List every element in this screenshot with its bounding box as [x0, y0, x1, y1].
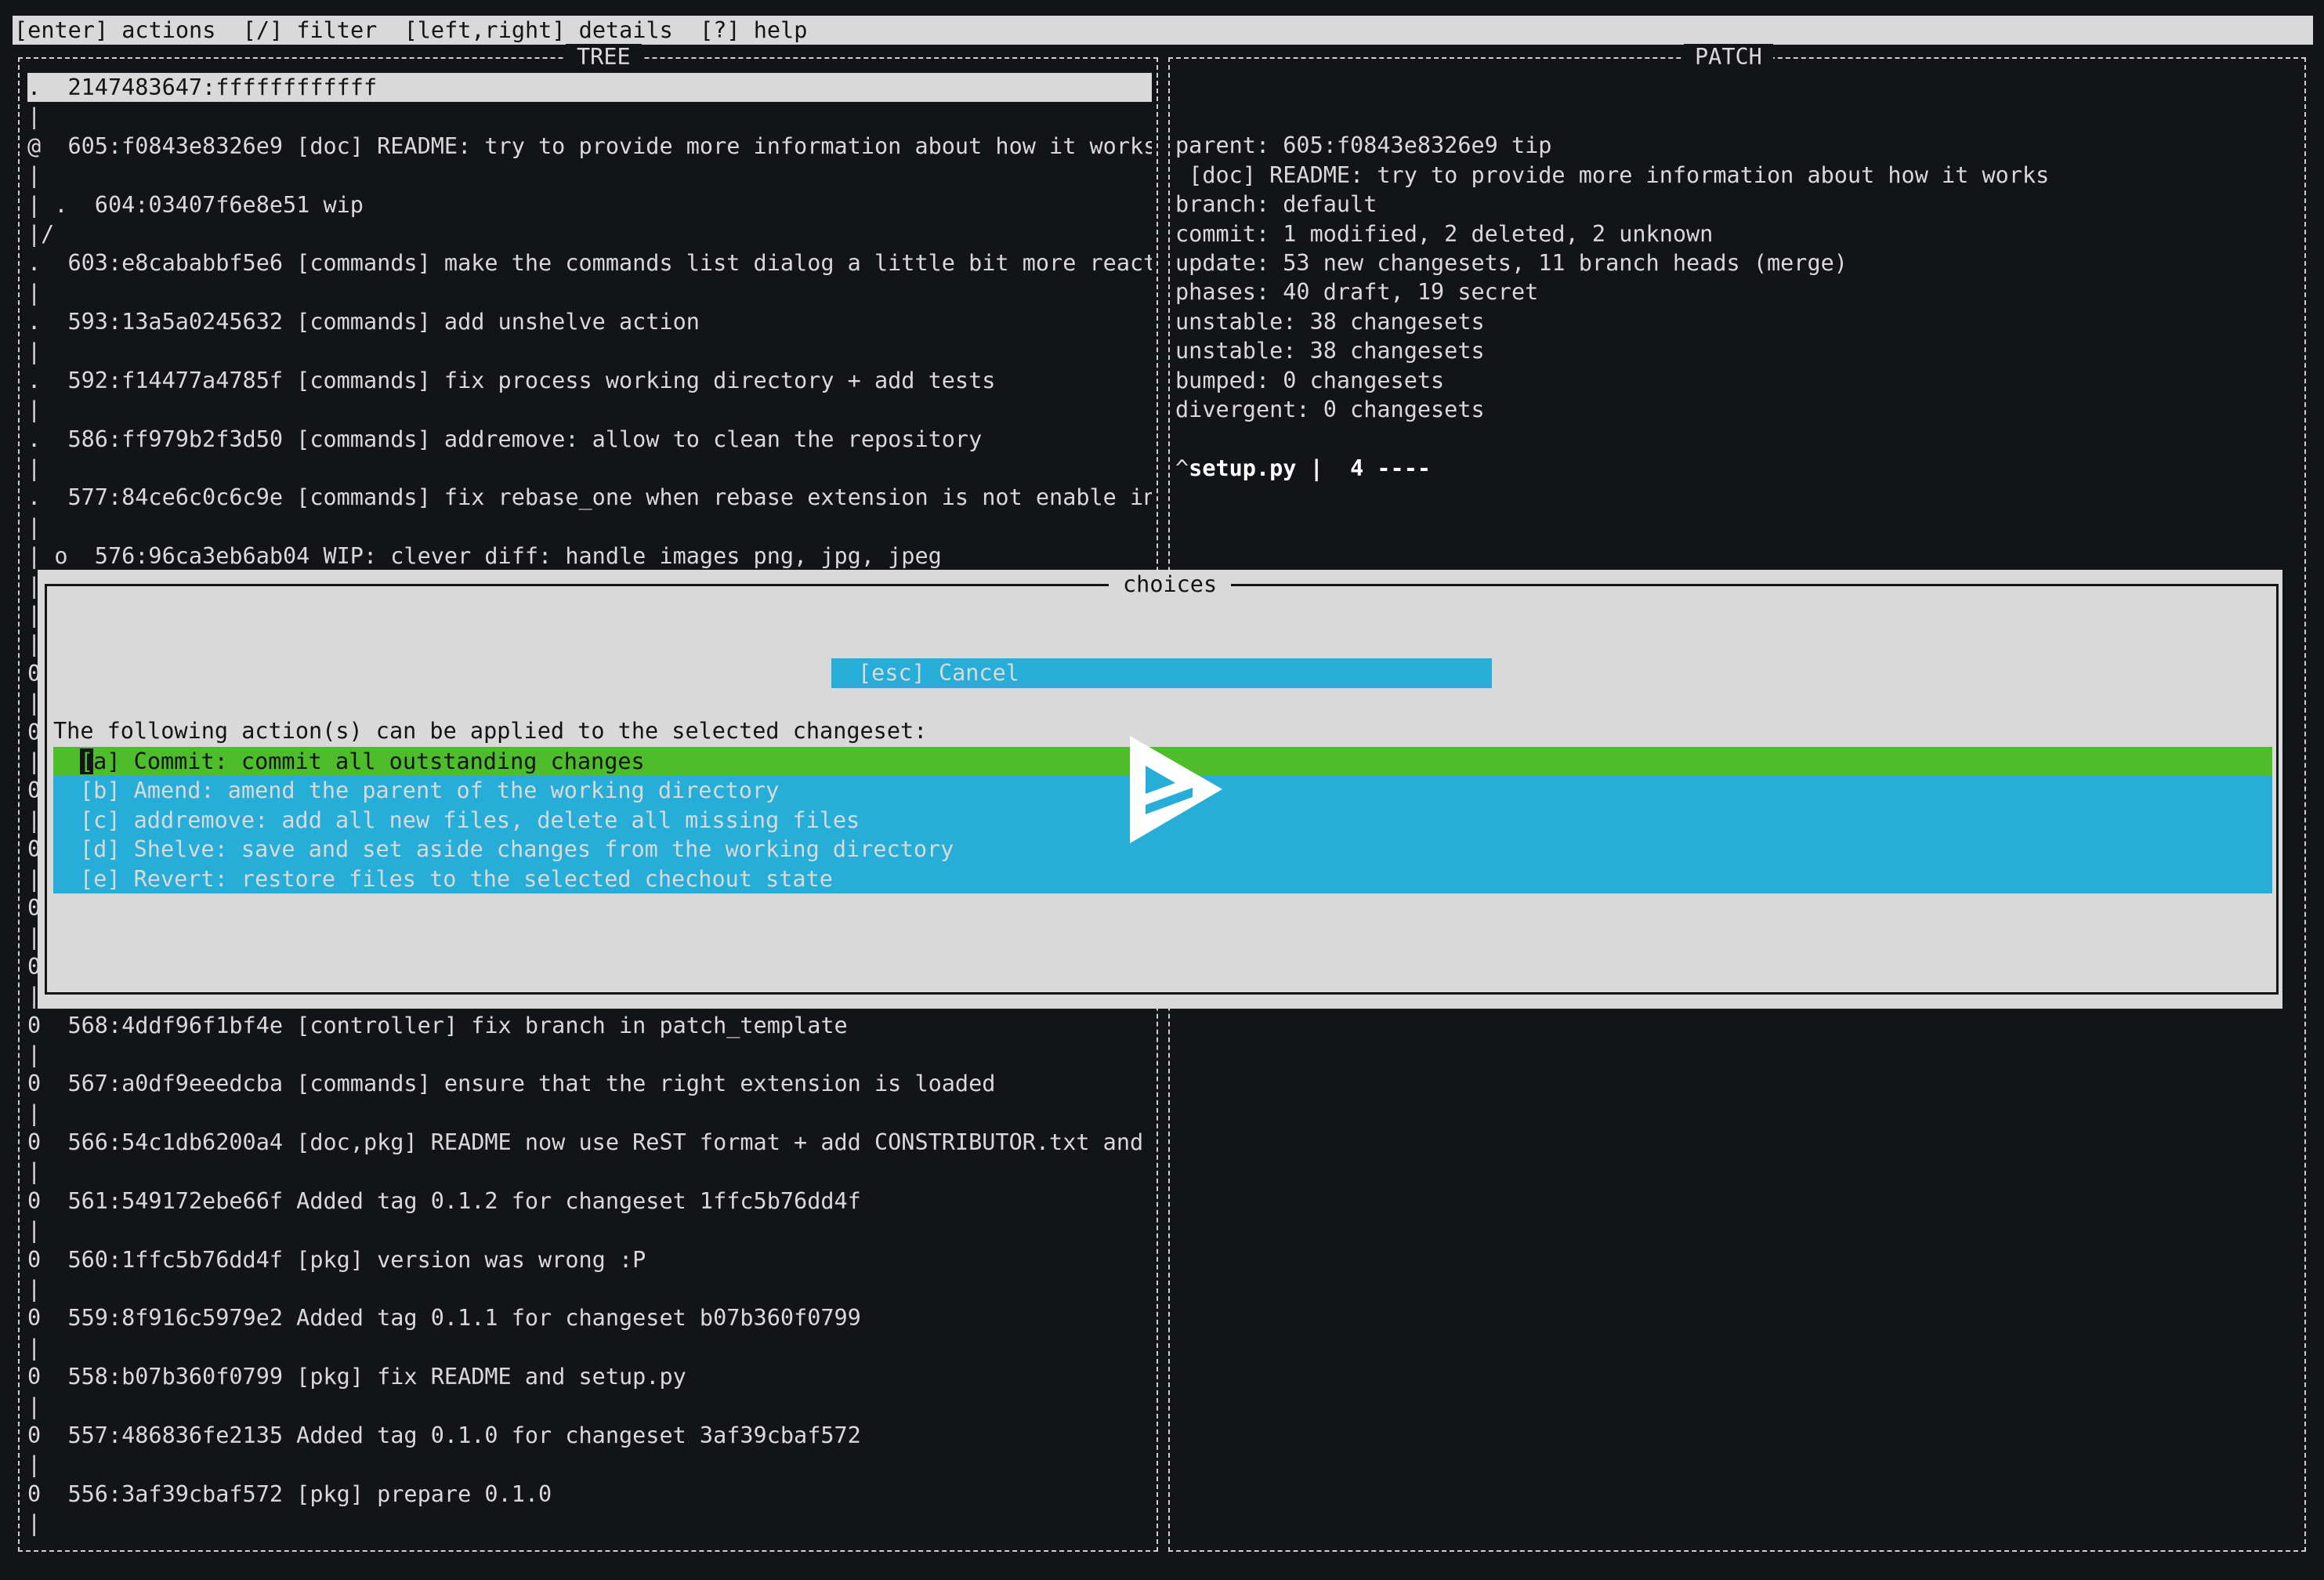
tree-row[interactable]: |/ — [27, 219, 1152, 248]
patch-line: unstable: 38 changesets — [1175, 308, 1485, 335]
choice-label: Commit: commit all outstanding changes — [120, 748, 645, 774]
tree-row[interactable]: | — [27, 1040, 1152, 1069]
tree-row[interactable]: | — [27, 454, 1152, 483]
patch-line: unstable: 38 changesets — [1175, 338, 1485, 364]
play-icon[interactable] — [1125, 733, 1227, 846]
tree-row[interactable]: . 593:13a5a0245632 [commands] add unshel… — [27, 307, 1152, 336]
choice-key: [e] — [80, 865, 121, 892]
choice-label: Shelve: save and set aside changes from … — [120, 836, 954, 863]
tree-row[interactable]: | — [27, 513, 1152, 542]
choice-item[interactable]: [e] Revert: restore files to the selecte… — [53, 864, 2272, 893]
patch-line: branch: default — [1175, 191, 1377, 218]
tree-row[interactable]: | — [27, 1450, 1152, 1479]
choices-dialog-title: choices — [1109, 570, 1232, 600]
patch-line: commit: 1 modified, 2 deleted, 2 unknown — [1175, 220, 1714, 247]
tree-row[interactable]: 0 561:549172ebe66f Added tag 0.1.2 for c… — [27, 1187, 1152, 1216]
tree-row[interactable]: . 577:84ce6c0c6c9e [commands] fix rebase… — [27, 483, 1152, 512]
patch-details: parent: 605:f0843e8326e9 tip [doc] READM… — [1175, 102, 2300, 483]
cancel-button[interactable]: [esc] Cancel — [831, 658, 1492, 688]
tree-row[interactable]: 0 560:1ffc5b76dd4f [pkg] version was wro… — [27, 1245, 1152, 1274]
tree-row[interactable]: | . 604:03407f6e8e51 wip — [27, 190, 1152, 219]
choice-label: Revert: restore files to the selected ch… — [120, 865, 833, 892]
choice-key: [c] — [80, 806, 121, 833]
choice-key: [b] — [80, 777, 121, 804]
tree-row[interactable]: 0 558:b07b360f0799 [pkg] fix README and … — [27, 1362, 1152, 1391]
choice-label: addremove: add all new files, delete all… — [120, 806, 860, 833]
file-stats: | 4 ---- — [1296, 455, 1432, 481]
tree-row[interactable]: | — [27, 1392, 1152, 1421]
tree-row-selected[interactable]: . 2147483647:ffffffffffff — [27, 73, 1152, 103]
tree-row[interactable]: | — [27, 161, 1152, 190]
patch-line: bumped: 0 changesets — [1175, 367, 1445, 393]
choice-key: [d] — [80, 836, 121, 863]
tree-row[interactable]: 0 568:4ddf96f1bf4e [controller] fix bran… — [27, 1011, 1152, 1040]
tree-row[interactable]: 0 566:54c1db6200a4 [doc,pkg] README now … — [27, 1128, 1152, 1157]
tree-panel-title: TREE — [566, 44, 642, 71]
choice-label: Amend: amend the parent of the working d… — [120, 777, 780, 804]
tree-row[interactable]: | — [27, 1509, 1152, 1538]
patch-line: divergent: 0 changesets — [1175, 396, 1485, 422]
patch-line — [1175, 424, 2300, 453]
patch-line: phases: 40 draft, 19 secret — [1175, 279, 1539, 306]
tree-row[interactable]: | — [27, 395, 1152, 424]
tree-row[interactable]: | — [27, 102, 1152, 131]
patch-line — [1175, 102, 2300, 131]
tree-row[interactable]: . 603:e8cababbf5e6 [commands] make the c… — [27, 248, 1152, 277]
tree-row[interactable]: 0 556:3af39cbaf572 [pkg] prepare 0.1.0 — [27, 1480, 1152, 1509]
patch-file-stat: ^setup.py | 4 ---- — [1175, 454, 2300, 483]
patch-panel-title: PATCH — [1684, 44, 1773, 71]
choice-key: [a] — [80, 748, 121, 774]
tree-row[interactable]: | — [27, 1333, 1152, 1362]
help-bar: [enter] actions [/] filter [left,right] … — [13, 16, 2313, 45]
tree-row[interactable]: 0 567:a0df9eeedcba [commands] ensure tha… — [27, 1069, 1152, 1098]
file-name: setup.py — [1189, 455, 1297, 481]
tree-row[interactable]: . 586:ff979b2f3d50 [commands] addremove:… — [27, 425, 1152, 454]
tree-row[interactable]: | — [27, 1274, 1152, 1303]
tree-row[interactable]: | — [27, 278, 1152, 307]
text-cursor: [ — [80, 748, 94, 774]
file-prefix: ^ — [1175, 455, 1189, 481]
tree-row[interactable]: | — [27, 1099, 1152, 1128]
tree-row[interactable]: | — [27, 1157, 1152, 1186]
tree-row[interactable]: 0 559:8f916c5979e2 Added tag 0.1.1 for c… — [27, 1303, 1152, 1332]
patch-line: [doc] README: try to provide more inform… — [1175, 161, 2050, 188]
tree-row[interactable]: | o 576:96ca3eb6ab04 WIP: clever diff: h… — [27, 542, 1152, 571]
patch-line: update: 53 new changesets, 11 branch hea… — [1175, 249, 1848, 276]
tree-row[interactable]: @ 605:f0843e8326e9 [doc] README: try to … — [27, 132, 1152, 161]
tree-row[interactable]: . 592:f14477a4785f [commands] fix proces… — [27, 366, 1152, 395]
tree-row[interactable]: 0 557:486836fe2135 Added tag 0.1.0 for c… — [27, 1421, 1152, 1450]
dialog-message: The following action(s) can be applied t… — [53, 718, 928, 744]
patch-line: parent: 605:f0843e8326e9 tip — [1175, 132, 1552, 159]
tree-row[interactable]: | — [27, 1216, 1152, 1245]
tree-row[interactable]: | — [27, 337, 1152, 366]
